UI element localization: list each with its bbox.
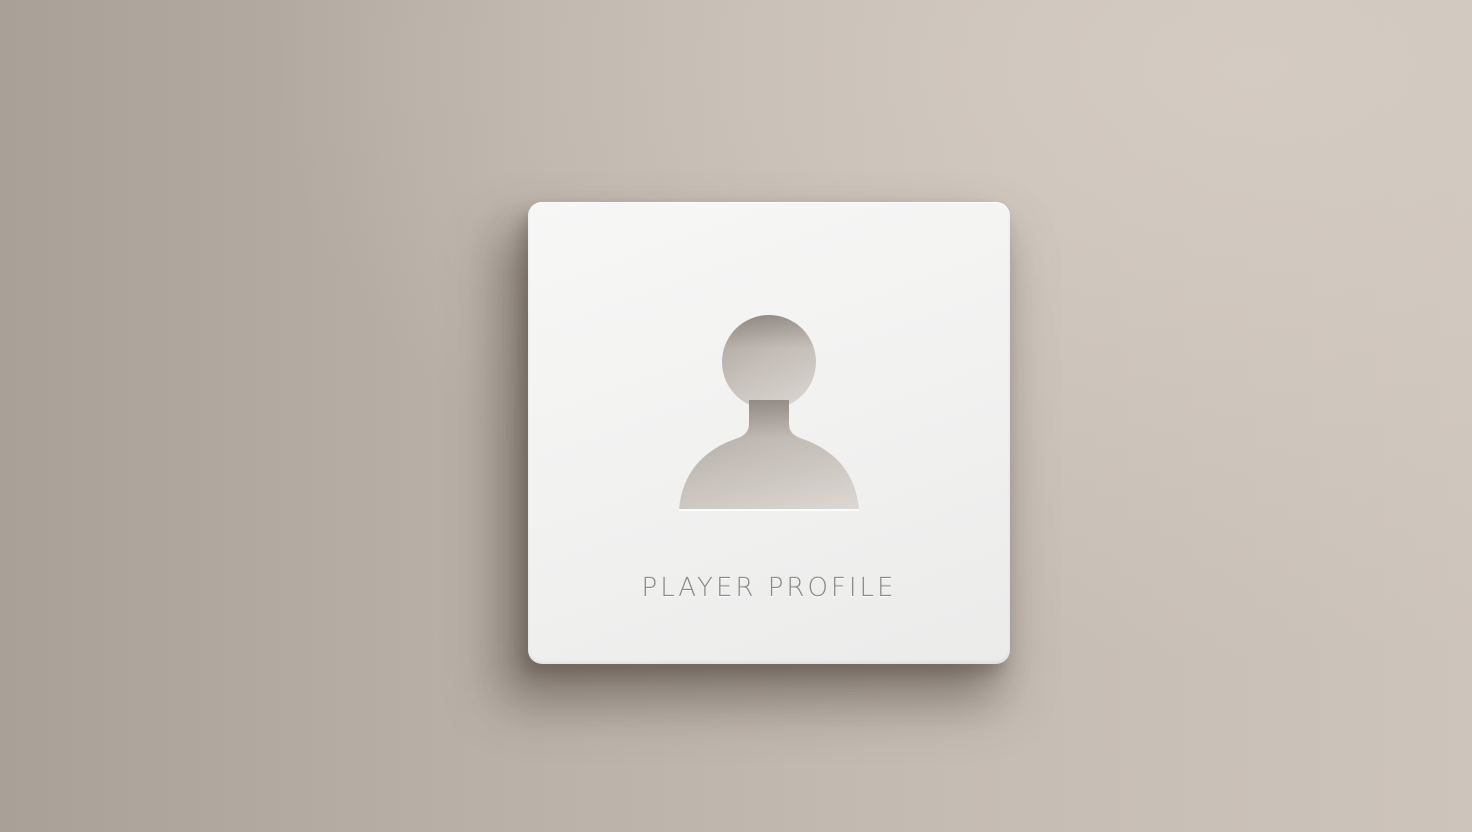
user-silhouette-icon bbox=[674, 312, 864, 516]
background-surface: PLAYER PROFILE bbox=[0, 0, 1472, 832]
player-profile-card[interactable]: PLAYER PROFILE bbox=[528, 202, 1010, 664]
card-title: PLAYER PROFILE bbox=[641, 573, 897, 603]
